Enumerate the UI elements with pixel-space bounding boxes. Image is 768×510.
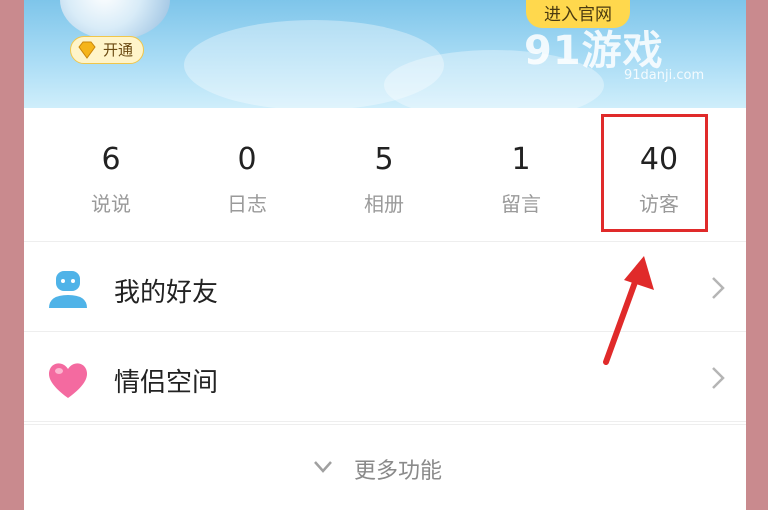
- stat-value: 6: [101, 142, 121, 177]
- couple-space-label: 情侣空间: [114, 368, 219, 398]
- more-features-button[interactable]: 更多功能: [24, 424, 746, 510]
- heart-icon: [48, 363, 88, 398]
- chevron-down-icon: [314, 461, 332, 473]
- stat-blog[interactable]: 0 日志: [192, 108, 302, 242]
- chevron-right-icon: [712, 277, 725, 299]
- red-arrow-annotation: [603, 256, 654, 365]
- diamond-icon: [78, 41, 96, 59]
- stat-value: 5: [374, 142, 394, 177]
- stat-shuoshuo[interactable]: 6 说说: [56, 108, 166, 242]
- stat-label: 说说: [91, 192, 131, 216]
- stat-label: 日志: [227, 192, 267, 216]
- chevron-right-icon: [712, 367, 725, 389]
- profile-banner: 开通 进入官网 91游戏 91danji.com: [24, 0, 746, 108]
- person-icon: [49, 271, 87, 308]
- visitors-highlight-box: [601, 114, 708, 232]
- stat-label: 留言: [501, 192, 541, 216]
- vip-open-label: 开通: [103, 41, 134, 59]
- stat-album[interactable]: 5 相册: [329, 108, 439, 242]
- stat-value: 0: [237, 142, 257, 177]
- vip-open-badge[interactable]: 开通: [70, 36, 145, 64]
- more-features-label: 更多功能: [354, 459, 443, 484]
- friends-label: 我的好友: [114, 278, 219, 308]
- phone-screen: 开通 进入官网 91游戏 91danji.com 6 说说 0 日志 5 相册 …: [24, 0, 746, 510]
- stat-label: 相册: [364, 192, 404, 216]
- watermark-domain: 91danji.com: [624, 68, 705, 83]
- stat-messages[interactable]: 1 留言: [466, 108, 576, 242]
- stats-bar: 6 说说 0 日志 5 相册 1 留言 40 访客: [24, 108, 746, 242]
- stat-value: 1: [511, 142, 531, 177]
- avatar[interactable]: [60, 0, 170, 40]
